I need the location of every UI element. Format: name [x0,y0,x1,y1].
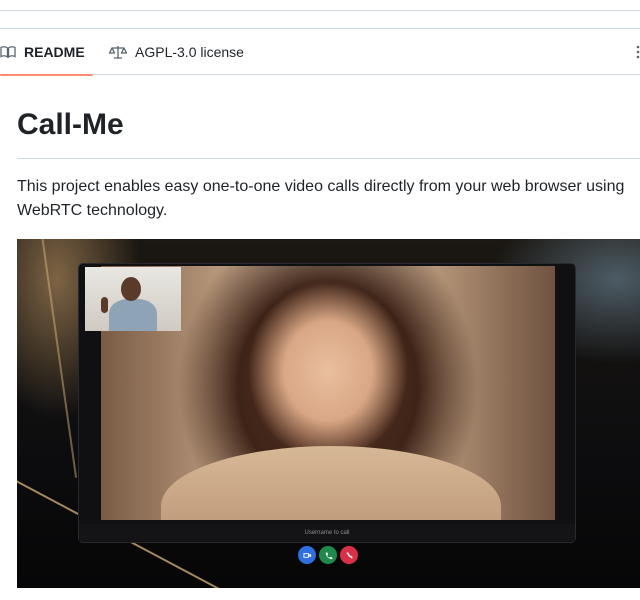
app-preview-image: Username to call [17,239,640,588]
username-field: Username to call [79,524,575,541]
local-person-hand [101,297,108,313]
tab-readme[interactable]: README [0,29,93,76]
video-icon [302,552,311,558]
active-tab-indicator [0,74,93,76]
hangup-button [340,546,358,564]
call-controls [298,546,358,564]
tab-readme-label: README [24,44,85,60]
local-person-body [109,299,157,331]
tab-license-label: AGPL-3.0 license [135,44,244,60]
top-divider [0,10,640,11]
readme-title: Call-Me [17,108,124,141]
kebab-menu-icon[interactable] [636,44,640,60]
hangup-icon [345,551,353,559]
tab-license[interactable]: AGPL-3.0 license [109,29,244,75]
readme-tab-bar: README AGPL-3.0 license [0,28,640,76]
local-video-pip [85,267,181,331]
call-button [319,546,337,564]
readme-description: This project enables easy one-to-one vid… [17,178,625,219]
book-icon [0,44,16,60]
title-divider [17,158,640,159]
local-person-head [121,277,141,301]
video-toggle-button [298,546,316,564]
remote-person-shoulders [161,446,501,520]
username-placeholder: Username to call [304,529,350,536]
phone-icon [325,551,333,559]
scale-icon [109,44,127,60]
